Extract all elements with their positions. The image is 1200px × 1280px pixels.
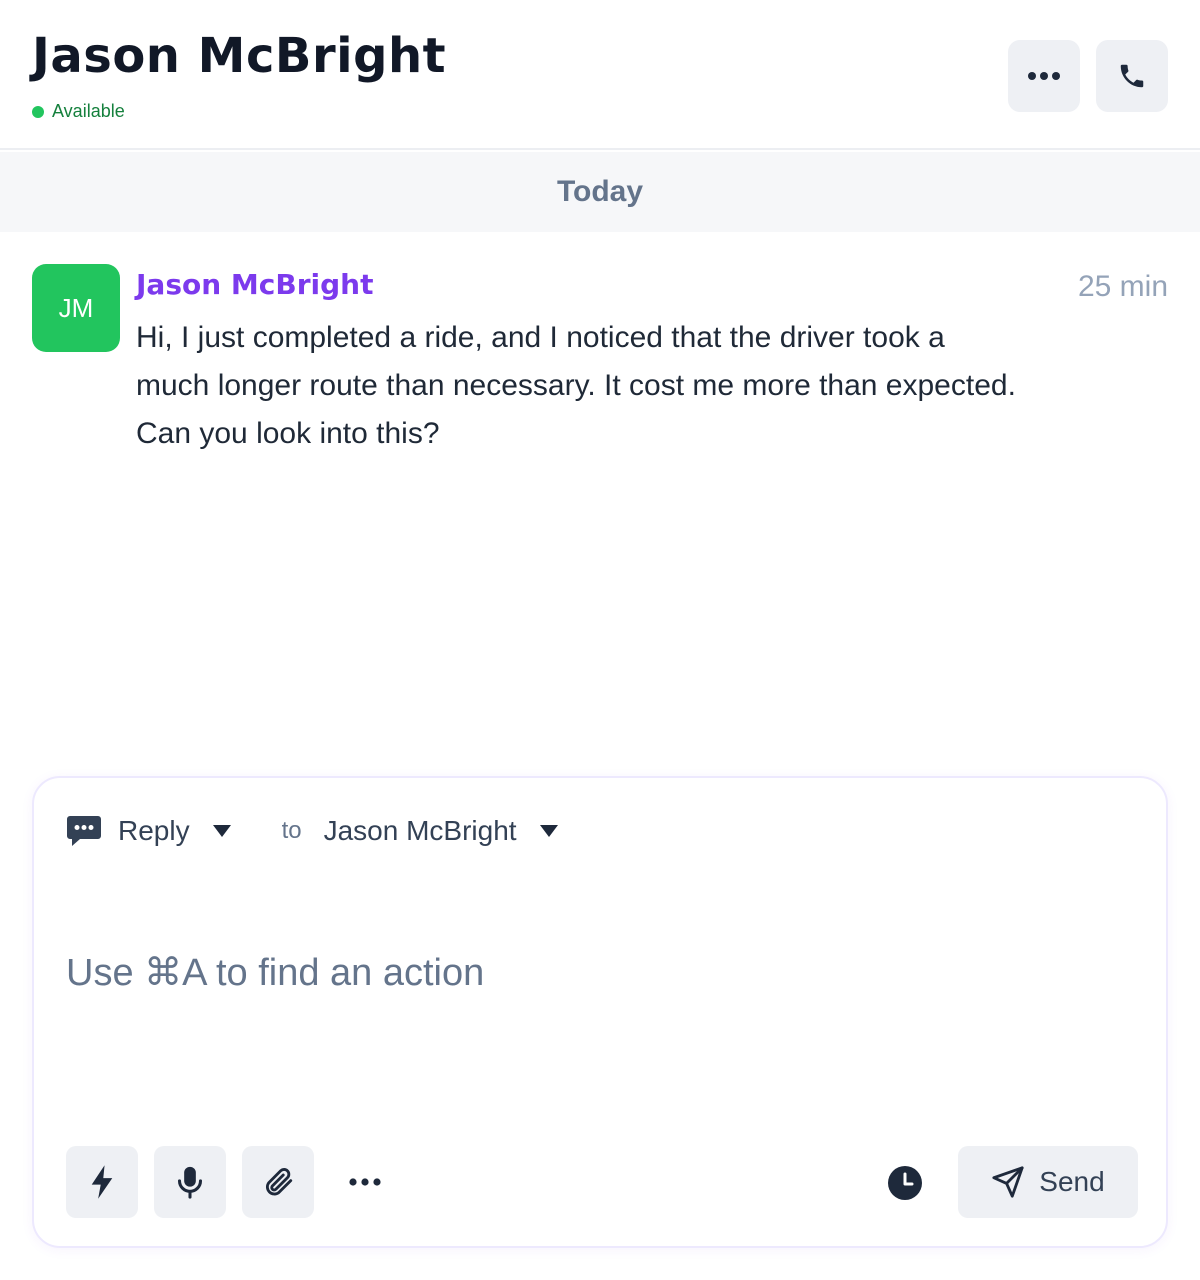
message-input[interactable] bbox=[66, 948, 1126, 998]
recipient-dropdown[interactable]: Jason McBright bbox=[324, 815, 517, 847]
status-dot-icon bbox=[32, 105, 44, 118]
presence-status: Available bbox=[32, 101, 125, 122]
send-label: Send bbox=[1039, 1166, 1105, 1197]
message-body: Hi, I just completed a ride, and I notic… bbox=[136, 321, 1016, 450]
voice-record-button[interactable] bbox=[154, 1146, 226, 1218]
paperclip-icon bbox=[265, 1168, 293, 1196]
message-sender: Jason McBright bbox=[136, 268, 374, 301]
attach-file-button[interactable] bbox=[242, 1146, 314, 1218]
status-label: Available bbox=[52, 101, 125, 121]
composer-header: Reply to Jason McBright bbox=[66, 814, 559, 848]
contact-name: Jason McBright bbox=[32, 28, 447, 84]
send-icon bbox=[992, 1166, 1024, 1198]
send-button[interactable]: Send bbox=[958, 1146, 1138, 1218]
day-divider: Today bbox=[0, 152, 1200, 232]
phone-icon bbox=[1120, 64, 1144, 88]
bolt-icon bbox=[91, 1165, 113, 1199]
more-tools-button[interactable] bbox=[340, 1164, 390, 1200]
more-horizontal-icon bbox=[349, 1178, 381, 1186]
clock-icon bbox=[888, 1166, 922, 1200]
chat-bubble-icon bbox=[67, 816, 101, 846]
message-timestamp: 25 min bbox=[1077, 270, 1168, 303]
day-label: Today bbox=[556, 175, 644, 208]
more-horizontal-icon bbox=[1028, 72, 1060, 80]
quick-actions-button[interactable] bbox=[66, 1146, 138, 1218]
call-button[interactable] bbox=[1096, 40, 1168, 112]
to-label: to bbox=[281, 817, 302, 844]
reply-mode-dropdown[interactable]: Reply bbox=[118, 815, 190, 847]
schedule-send-button[interactable] bbox=[884, 1162, 926, 1204]
reply-composer: Reply to Jason McBright Use ⌘A to find a… bbox=[32, 776, 1168, 1248]
microphone-icon bbox=[177, 1166, 203, 1199]
conversation-header: Jason McBright Available bbox=[0, 0, 1200, 150]
more-options-button[interactable] bbox=[1008, 40, 1080, 112]
chevron-down-icon[interactable] bbox=[212, 824, 232, 838]
avatar: JM bbox=[32, 264, 120, 352]
chevron-down-icon[interactable] bbox=[539, 824, 559, 838]
